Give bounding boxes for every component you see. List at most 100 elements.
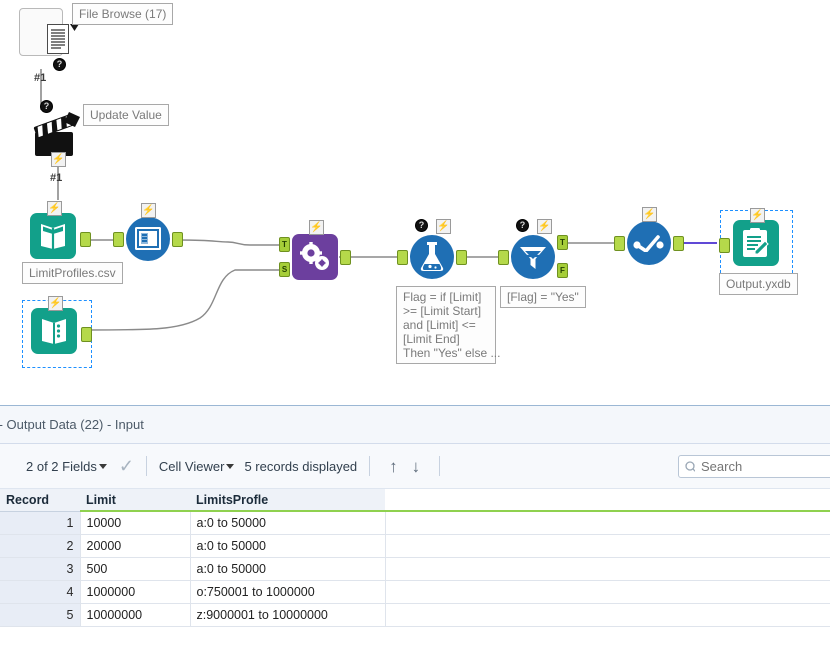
- filter-input-port[interactable]: [498, 250, 509, 265]
- book-with-dots-icon: [39, 317, 69, 345]
- connection-label-1: #1: [34, 72, 46, 84]
- scroll-down-icon[interactable]: ↓: [405, 458, 428, 475]
- browse-window-icon: [134, 226, 162, 252]
- append-source-input-port[interactable]: S: [279, 262, 290, 277]
- cell-limit[interactable]: 1000000: [80, 580, 190, 603]
- formula-status-icon: ?: [415, 219, 428, 232]
- connection-label-2: #1: [50, 172, 62, 184]
- formula-tool-body[interactable]: [410, 235, 454, 279]
- action-config-icon[interactable]: ⚡: [51, 152, 66, 167]
- file-browse-status-icon: ?: [53, 58, 66, 71]
- browse-config-icon[interactable]: ⚡: [141, 203, 156, 218]
- browse-tool-body[interactable]: [126, 217, 170, 261]
- cell-record[interactable]: 1: [0, 511, 80, 534]
- cell-limitsprofle[interactable]: a:0 to 50000: [190, 511, 385, 534]
- cell-record[interactable]: 5: [0, 603, 80, 626]
- browse-output-port[interactable]: [172, 232, 183, 247]
- cell-filler: [385, 534, 830, 557]
- checkmark-line-icon: [633, 234, 665, 252]
- text-input-tool-body[interactable]: [31, 308, 77, 354]
- browse-input-port[interactable]: [113, 232, 124, 247]
- gears-icon: [299, 242, 331, 272]
- table-row[interactable]: 110000a:0 to 50000: [0, 511, 830, 534]
- viewer-chevron-down-icon[interactable]: [226, 464, 234, 469]
- filter-tool-body[interactable]: [511, 235, 555, 279]
- cell-record[interactable]: 4: [0, 580, 80, 603]
- input-output-port[interactable]: [80, 232, 91, 247]
- input-config-icon[interactable]: ⚡: [47, 201, 62, 216]
- fields-chevron-down-icon[interactable]: [99, 464, 107, 469]
- records-displayed-label: 5 records displayed: [244, 459, 357, 474]
- cell-limit[interactable]: 10000000: [80, 603, 190, 626]
- clapperboard-icon: [33, 110, 87, 158]
- results-data-grid[interactable]: Record Limit LimitsProfle 110000a:0 to 5…: [0, 489, 830, 627]
- column-header-filler: [385, 489, 830, 511]
- toolbar-divider-3: [439, 456, 440, 476]
- cell-limit[interactable]: 500: [80, 557, 190, 580]
- select-tool-body[interactable]: [627, 221, 671, 265]
- cell-filler: [385, 580, 830, 603]
- cell-record[interactable]: 2: [0, 534, 80, 557]
- cell-limit[interactable]: 10000: [80, 511, 190, 534]
- file-browse-annotation: File Browse (17): [72, 3, 173, 25]
- filter-true-output-port[interactable]: T: [557, 235, 568, 250]
- output-annotation: Output.yxdb: [719, 273, 798, 295]
- cell-limit[interactable]: 20000: [80, 534, 190, 557]
- cell-filler: [385, 603, 830, 626]
- filter-status-icon: ?: [516, 219, 529, 232]
- cell-limitsprofle[interactable]: a:0 to 50000: [190, 534, 385, 557]
- checkmark-icon[interactable]: ✓: [119, 457, 134, 475]
- output-document-icon: [742, 228, 770, 258]
- cell-record[interactable]: 3: [0, 557, 80, 580]
- toolbar-divider-1: [146, 456, 147, 476]
- select-output-port[interactable]: [673, 236, 684, 251]
- column-header-limitsprofle[interactable]: LimitsProfle: [190, 489, 385, 511]
- cell-filler: [385, 511, 830, 534]
- search-input[interactable]: [701, 459, 830, 474]
- table-body: 110000a:0 to 50000220000a:0 to 500003500…: [0, 511, 830, 626]
- append-fields-tool-body[interactable]: [292, 234, 338, 280]
- search-icon: [685, 461, 695, 473]
- funnel-icon: [517, 243, 549, 271]
- formula-input-port[interactable]: [397, 250, 408, 265]
- results-titlebar: lts - Output Data (22) - Input: [0, 406, 830, 444]
- output-config-icon[interactable]: ⚡: [750, 208, 765, 223]
- table-row[interactable]: 220000a:0 to 50000: [0, 534, 830, 557]
- formula-output-port[interactable]: [456, 250, 467, 265]
- toolbar-divider-2: [369, 456, 370, 476]
- append-target-input-port[interactable]: T: [279, 237, 290, 252]
- select-input-port[interactable]: [614, 236, 625, 251]
- column-header-limit[interactable]: Limit: [80, 489, 190, 511]
- chevron-down-icon[interactable]: [70, 24, 80, 32]
- scroll-up-icon[interactable]: ↑: [382, 458, 405, 475]
- append-output-port[interactable]: [340, 250, 351, 265]
- formula-annotation: Flag = if [Limit] >= [Limit Start] and […: [396, 286, 496, 364]
- table-row[interactable]: 510000000z:9000001 to 10000000: [0, 603, 830, 626]
- table-row[interactable]: 41000000o:750001 to 1000000: [0, 580, 830, 603]
- flask-icon: [419, 242, 445, 272]
- cell-viewer-label[interactable]: Cell Viewer: [159, 459, 225, 474]
- results-toolbar: 2 of 2 Fields ✓ Cell Viewer 5 records di…: [0, 444, 830, 489]
- append-config-icon[interactable]: ⚡: [309, 220, 324, 235]
- table-row[interactable]: 3500a:0 to 50000: [0, 557, 830, 580]
- results-title: lts - Output Data (22) - Input: [0, 417, 144, 432]
- text-input-config-icon[interactable]: ⚡: [48, 296, 63, 311]
- book-icon: [38, 222, 68, 250]
- cell-limitsprofle[interactable]: o:750001 to 1000000: [190, 580, 385, 603]
- output-input-port[interactable]: [719, 238, 730, 253]
- search-box[interactable]: [678, 455, 830, 478]
- formula-config-icon[interactable]: ⚡: [436, 219, 451, 234]
- fields-label[interactable]: 2 of 2 Fields: [26, 459, 97, 474]
- cell-limitsprofle[interactable]: z:9000001 to 10000000: [190, 603, 385, 626]
- results-pane: lts - Output Data (22) - Input 2 of 2 Fi…: [0, 405, 830, 645]
- input-data-tool-body[interactable]: [30, 213, 76, 259]
- filter-config-icon[interactable]: ⚡: [537, 219, 552, 234]
- workflow-canvas[interactable]: ? File Browse (17) #1 ? ⚡: [0, 0, 830, 405]
- select-config-icon[interactable]: ⚡: [642, 207, 657, 222]
- cell-limitsprofle[interactable]: a:0 to 50000: [190, 557, 385, 580]
- output-data-tool-body[interactable]: [733, 220, 779, 266]
- column-header-record[interactable]: Record: [0, 489, 80, 511]
- text-input-output-port[interactable]: [81, 327, 92, 342]
- table-header-row: Record Limit LimitsProfle: [0, 489, 830, 511]
- filter-false-output-port[interactable]: F: [557, 263, 568, 278]
